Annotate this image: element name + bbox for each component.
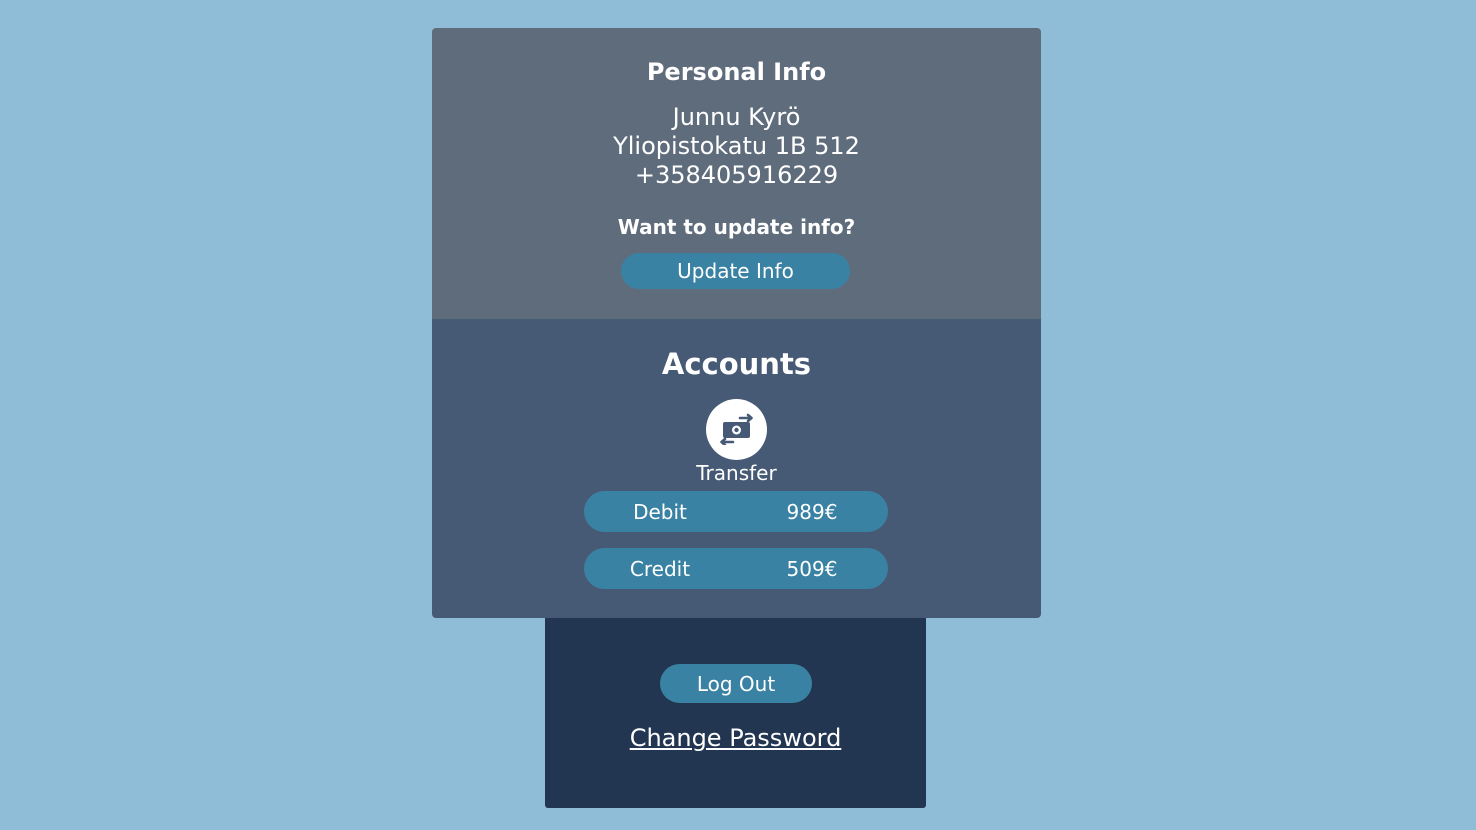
user-address: Yliopistokatu 1B 512: [613, 132, 860, 160]
change-password-link[interactable]: Change Password: [545, 724, 926, 752]
account-name: Debit: [633, 500, 687, 524]
user-name: Junnu Kyrö: [672, 103, 801, 131]
logout-button[interactable]: Log Out: [660, 664, 812, 703]
accounts-section: Accounts Transfer Debit 989€ Credit 509€: [432, 319, 1041, 618]
user-phone: +358405916229: [634, 161, 839, 189]
profile-card: Personal Info Junnu Kyrö Yliopistokatu 1…: [432, 28, 1041, 618]
personal-info-section: Personal Info Junnu Kyrö Yliopistokatu 1…: [432, 28, 1041, 319]
account-name: Credit: [629, 557, 691, 581]
account-row-credit[interactable]: Credit 509€: [584, 548, 888, 589]
money-transfer-icon[interactable]: [706, 399, 767, 460]
money-transfer-glyph: [720, 413, 753, 445]
footer-panel: Log Out Change Password: [545, 618, 926, 808]
personal-info-title: Personal Info: [646, 58, 827, 86]
update-info-prompt: Want to update info?: [617, 215, 856, 239]
account-balance: 989€: [786, 500, 838, 524]
update-info-button[interactable]: Update Info: [621, 253, 850, 289]
account-balance: 509€: [786, 557, 838, 581]
accounts-title: Accounts: [661, 347, 812, 381]
account-row-debit[interactable]: Debit 989€: [584, 491, 888, 532]
transfer-label: Transfer: [696, 461, 777, 485]
